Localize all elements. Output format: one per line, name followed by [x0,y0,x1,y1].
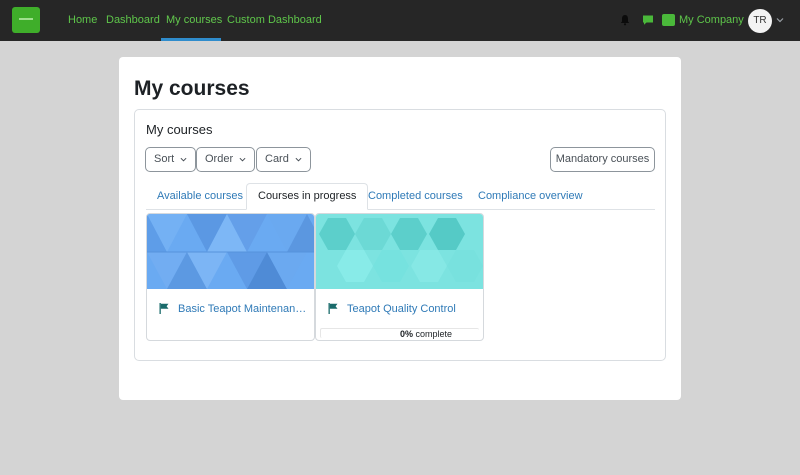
course-image[interactable] [147,214,314,289]
view-label: Card [265,153,289,165]
course-name-link[interactable]: Teapot Quality Control [347,303,479,315]
progress-suffix: complete [413,329,453,339]
tab-available-courses[interactable]: Available courses [146,183,254,210]
sort-label: Sort [154,153,175,165]
mandatory-courses-button[interactable]: Mandatory courses [550,147,655,172]
tab-completed-courses[interactable]: Completed courses [357,183,474,210]
chevron-down-icon [180,157,187,162]
nav-home[interactable]: Home [68,14,97,26]
order-dropdown[interactable]: Order [196,147,256,172]
flag-icon [328,303,338,314]
course-image[interactable] [316,214,483,289]
progress-percent: 0% [400,329,414,339]
top-navbar: Home Dashboard My courses Custom Dashboa… [0,0,800,41]
sort-dropdown[interactable]: Sort [145,147,197,172]
active-nav-indicator [161,38,221,41]
nav-my-courses[interactable]: My courses [166,14,222,26]
course-card[interactable]: Basic Teapot Maintenance (… [146,213,315,341]
chat-icon[interactable] [642,14,654,26]
company-name[interactable]: My Company [679,14,744,26]
nav-dashboard[interactable]: Dashboard [106,14,160,26]
main-content: My courses My courses Sort Order Card Ma… [119,57,681,400]
page-title: My courses [134,77,250,100]
site-logo[interactable] [12,7,40,33]
block-title: My courses [146,122,213,137]
my-courses-block: My courses Sort Order Card Mandatory cou… [134,109,666,361]
view-dropdown[interactable]: Card [256,147,311,172]
order-label: Order [205,153,234,165]
bell-icon[interactable] [619,14,631,26]
user-avatar[interactable]: TR [748,9,772,33]
tab-compliance-overview[interactable]: Compliance overview [467,183,594,210]
nav-custom-dashboard[interactable]: Custom Dashboard [227,14,322,26]
flag-icon [159,303,169,314]
chevron-down-icon [295,157,302,162]
company-icon[interactable] [662,14,675,26]
progress-label: 0% complete [400,329,452,339]
tab-courses-in-progress[interactable]: Courses in progress [246,183,369,210]
course-card[interactable]: Teapot Quality Control 0% complete [315,213,484,341]
course-name-link[interactable]: Basic Teapot Maintenance (… [178,303,310,315]
chevron-down-icon[interactable] [776,16,784,24]
chevron-down-icon [239,157,246,162]
